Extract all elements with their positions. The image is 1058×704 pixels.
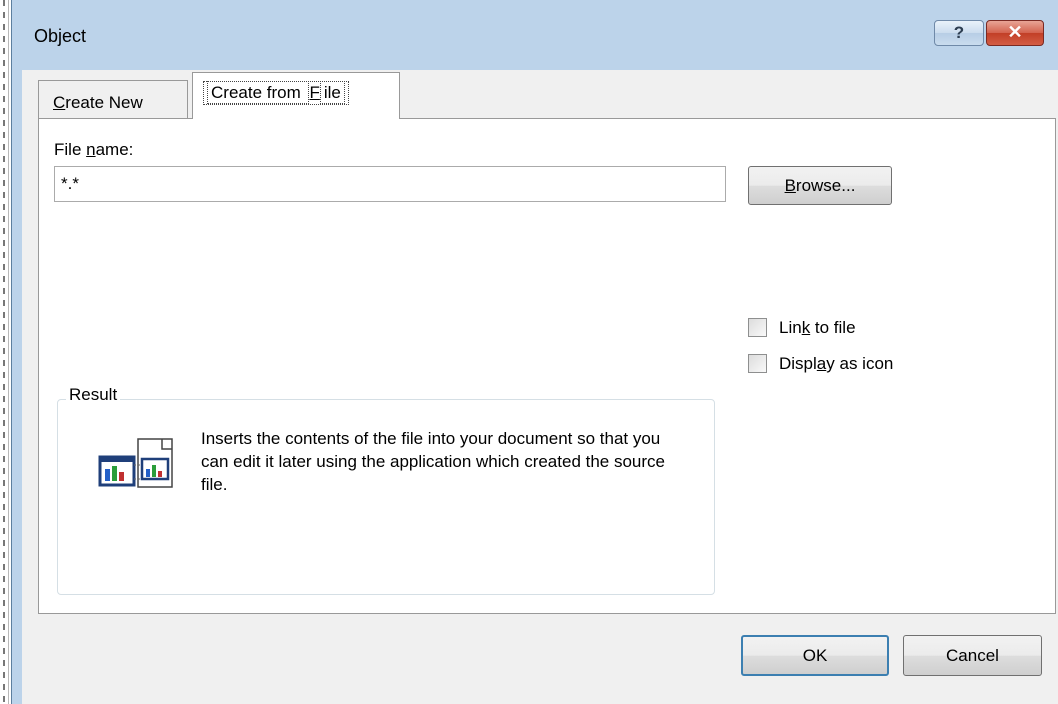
- close-x-icon: ✕: [1007, 22, 1023, 42]
- tab-create-new-label: Create New: [53, 93, 143, 112]
- display-as-icon-label: Display as icon: [779, 354, 894, 373]
- tab-create-new[interactable]: Create New: [38, 80, 188, 118]
- tab-create-from-file-label: Create from File: [203, 81, 349, 105]
- result-title: Result: [66, 385, 121, 405]
- cancel-button[interactable]: Cancel: [903, 635, 1042, 676]
- title-bar[interactable]: Object ? ✕: [12, 0, 1058, 70]
- dialog-client-area: Create New Create from File File name: B…: [22, 70, 1058, 704]
- close-button[interactable]: ✕: [986, 20, 1044, 46]
- result-description: Inserts the contents of the file into yo…: [201, 429, 665, 494]
- link-to-file-label: Link to file: [779, 318, 856, 337]
- tab-create-from-file[interactable]: Create from File: [192, 72, 400, 119]
- link-to-file-checkbox[interactable]: [748, 318, 767, 337]
- dialog-title: Object: [34, 26, 87, 46]
- background-window-edge: [0, 0, 9, 704]
- question-mark-icon: ?: [953, 23, 965, 42]
- object-dialog: Object ? ✕ Create New Create from File F…: [11, 0, 1058, 704]
- ok-button[interactable]: OK: [741, 635, 889, 676]
- create-from-file-panel: File name: Browse... Link to file Displa…: [38, 118, 1056, 614]
- help-button[interactable]: ?: [934, 20, 984, 46]
- file-name-input[interactable]: [54, 166, 726, 202]
- browse-button[interactable]: Browse...: [748, 166, 892, 205]
- file-name-label: File name:: [54, 140, 134, 159]
- embedded-chart-object-icon: [98, 438, 173, 488]
- display-as-icon-checkbox[interactable]: [748, 354, 767, 373]
